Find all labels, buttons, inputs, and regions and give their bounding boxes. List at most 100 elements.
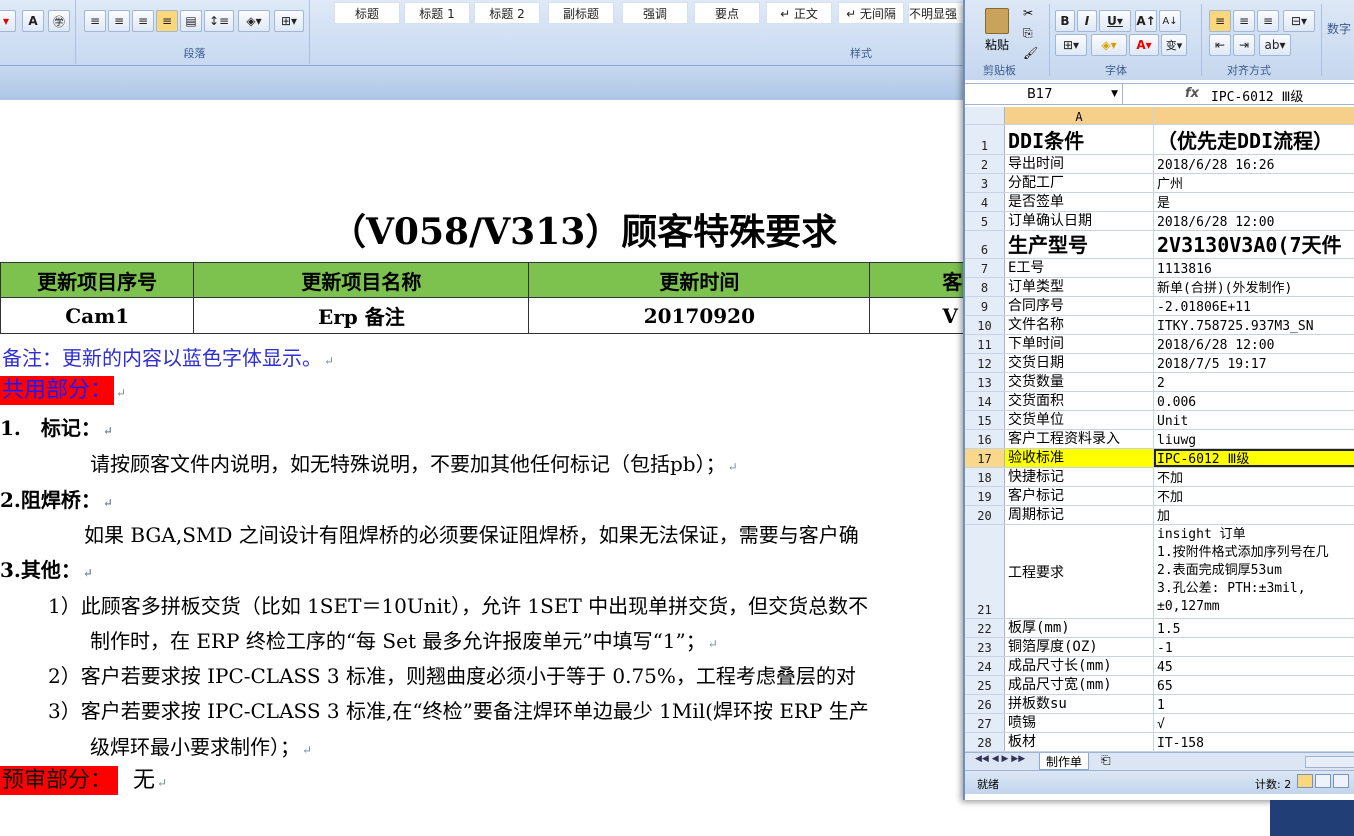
cut-icon[interactable]: ✂ — [1023, 6, 1033, 20]
underline-button[interactable]: U▾ — [1099, 10, 1131, 32]
fx-icon[interactable]: fx — [1185, 86, 1199, 101]
cell-b[interactable]: insight 订单 1.按附件格式添加序列号在几 2.表面完成铜厚53um 3.孔公… — [1154, 525, 1354, 618]
cell-b[interactable]: 2 — [1154, 373, 1354, 391]
cell-b[interactable]: （优先走DDI流程） — [1154, 125, 1354, 154]
row-number[interactable]: 13 — [965, 373, 1005, 391]
cell-b[interactable]: liuwg — [1154, 430, 1354, 448]
cell-b[interactable]: 2018/6/28 16:26 — [1154, 155, 1354, 173]
spreadsheet-grid[interactable]: A 1 DDI条件 （优先走DDI流程） 2 导出时间 2018/6/28 16:26 3 分… — [965, 107, 1354, 752]
row-number[interactable]: 2 — [965, 155, 1005, 173]
name-box[interactable]: B17 ▼ — [965, 84, 1123, 104]
cell-b[interactable]: -2.01806E+11 — [1154, 297, 1354, 315]
style-normal[interactable]: ↵ 正文 — [766, 2, 832, 24]
justify-icon[interactable]: ≡ — [156, 10, 178, 32]
row-number[interactable]: 18 — [965, 468, 1005, 486]
borders-icon[interactable]: ⊞▾ — [274, 10, 304, 32]
cell-b[interactable]: 45 — [1154, 657, 1354, 675]
shading-icon[interactable]: ◈▾ — [238, 10, 270, 32]
paste-button[interactable]: 粘贴 — [973, 6, 1021, 54]
select-all-corner[interactable] — [965, 107, 1005, 124]
cell-a[interactable]: 订单类型 — [1005, 278, 1154, 296]
orientation-icon[interactable]: ab▾ — [1259, 34, 1291, 56]
cell-b[interactable]: ITKY.758725.937M3_SN — [1154, 316, 1354, 334]
font-color-button[interactable]: A▾ — [1129, 34, 1159, 56]
style-heading2[interactable]: 标题 2 — [474, 2, 540, 24]
italic-button[interactable]: I — [1077, 10, 1097, 32]
row-number[interactable]: 21 — [965, 525, 1005, 618]
row-number[interactable]: 27 — [965, 714, 1005, 732]
row-number[interactable]: 26 — [965, 695, 1005, 713]
row-number[interactable]: 19 — [965, 487, 1005, 505]
row-number[interactable]: 12 — [965, 354, 1005, 372]
cell-a[interactable]: DDI条件 — [1005, 125, 1154, 154]
cell-b[interactable]: 0.006 — [1154, 392, 1354, 410]
enclose-char-button[interactable]: ㊫ — [48, 10, 70, 32]
cell-b[interactable]: 1 — [1154, 695, 1354, 713]
char-shading-button[interactable]: A — [22, 10, 44, 32]
sheet-tab-active[interactable]: 制作单 — [1039, 753, 1090, 770]
cell-a[interactable]: 文件名称 — [1005, 316, 1154, 334]
row-number[interactable]: 24 — [965, 657, 1005, 675]
cell-b[interactable]: 不加 — [1154, 487, 1354, 505]
row-number[interactable]: 20 — [965, 506, 1005, 524]
cell-b[interactable]: 65 — [1154, 676, 1354, 694]
align-left-icon[interactable]: ≡ — [84, 10, 106, 32]
cell-b[interactable]: 新单(合拼)(外发制作) — [1154, 278, 1354, 296]
increase-indent-icon[interactable]: ⇥ — [1233, 34, 1255, 56]
cell-a[interactable]: 交货数量 — [1005, 373, 1154, 391]
cell-a[interactable]: 成品尺寸宽(mm) — [1005, 676, 1154, 694]
column-header-b[interactable] — [1154, 107, 1354, 124]
cell-b[interactable]: -1 — [1154, 638, 1354, 656]
style-heading1[interactable]: 标题 1 — [404, 2, 470, 24]
distribute-icon[interactable]: ▤ — [180, 10, 202, 32]
page-layout-view-icon[interactable] — [1315, 774, 1331, 788]
word-document[interactable]: （V058/V313）顾客特殊要求 更新项目序号 更新项目名称 更新时间 客 C… — [0, 100, 1000, 836]
row-number[interactable]: 4 — [965, 193, 1005, 211]
cell-a[interactable]: 生产型号 — [1005, 231, 1154, 258]
cell-b[interactable]: 广州 — [1154, 174, 1354, 192]
row-number[interactable]: 1 — [965, 125, 1005, 154]
cell-a[interactable]: 喷锡 — [1005, 714, 1154, 732]
row-number[interactable]: 28 — [965, 733, 1005, 751]
cell-b[interactable]: 2V3130V3A0(7天件 — [1154, 231, 1354, 258]
row-number[interactable]: 25 — [965, 676, 1005, 694]
row-number[interactable]: 17 — [965, 449, 1005, 467]
cell-b[interactable]: IT-158 — [1154, 733, 1354, 751]
cell-a[interactable]: 拼板数su — [1005, 695, 1154, 713]
align-right-icon[interactable]: ≡ — [1257, 10, 1279, 32]
row-number[interactable]: 11 — [965, 335, 1005, 353]
cell-b[interactable]: √ — [1154, 714, 1354, 732]
cell-a[interactable]: 周期标记 — [1005, 506, 1154, 524]
style-no-spacing[interactable]: ↵ 无间隔 — [838, 2, 904, 24]
align-left-icon[interactable]: ≡ — [1209, 10, 1231, 32]
cell-a[interactable]: 交货面积 — [1005, 392, 1154, 410]
row-number[interactable]: 22 — [965, 619, 1005, 637]
cell-a[interactable]: 交货日期 — [1005, 354, 1154, 372]
cell-a[interactable]: 成品尺寸长(mm) — [1005, 657, 1154, 675]
row-number[interactable]: 14 — [965, 392, 1005, 410]
style-title[interactable]: 标题 — [334, 2, 400, 24]
cell-a[interactable]: 客户标记 — [1005, 487, 1154, 505]
cell-a[interactable]: 交货单位 — [1005, 411, 1154, 429]
align-center-icon[interactable]: ≡ — [108, 10, 130, 32]
insert-sheet-icon[interactable]: ⎗ — [1101, 753, 1111, 768]
fill-color-button[interactable]: ◈▾ — [1091, 34, 1127, 56]
cell-b[interactable]: 1113816 — [1154, 259, 1354, 277]
row-number[interactable]: 10 — [965, 316, 1005, 334]
cell-b[interactable]: 1.5 — [1154, 619, 1354, 637]
cell-a[interactable]: 客户工程资料录入 — [1005, 430, 1154, 448]
shrink-font-button[interactable]: A↓ — [1159, 10, 1181, 32]
column-header-a[interactable]: A — [1005, 107, 1154, 124]
row-number[interactable]: 16 — [965, 430, 1005, 448]
style-subtle-emphasis[interactable]: 不明显强 — [908, 2, 964, 24]
cell-b[interactable]: 是 — [1154, 193, 1354, 211]
cell-a[interactable]: 合同序号 — [1005, 297, 1154, 315]
decrease-indent-icon[interactable]: ⇤ — [1209, 34, 1231, 56]
cell-b[interactable]: 加 — [1154, 506, 1354, 524]
phonetic-button[interactable]: 变▾ — [1161, 34, 1187, 56]
row-number[interactable]: 9 — [965, 297, 1005, 315]
border-button[interactable]: ⊞▾ — [1055, 34, 1087, 56]
cell-b[interactable]: 2018/7/5 19:17 — [1154, 354, 1354, 372]
row-number[interactable]: 8 — [965, 278, 1005, 296]
page-break-view-icon[interactable] — [1333, 774, 1349, 788]
